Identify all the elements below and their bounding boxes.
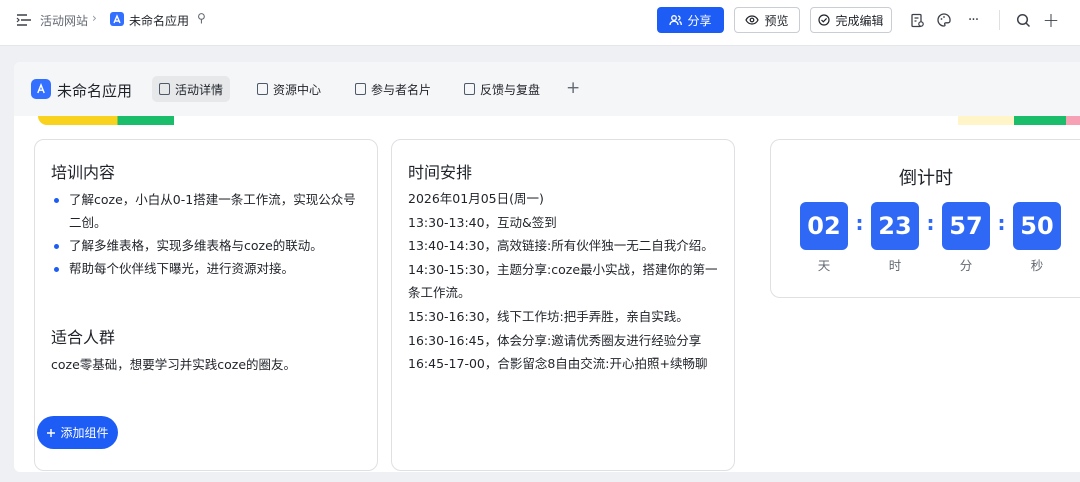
schedule-item: 2026年01月05日(周一) (408, 191, 544, 206)
countdown-seconds-value: 50 (1013, 202, 1061, 250)
app-header: 未命名应用 活动详情 资源中心 参与者名片 反馈与复盘 + (14, 62, 1080, 116)
countdown-minutes-label: 分 (959, 258, 973, 273)
list-item: 了解coze，小白从0-1搭建一条工作流，实现公众号二创。 (51, 188, 361, 234)
add-tab-icon[interactable]: + (566, 78, 580, 98)
document-settings-icon[interactable] (908, 11, 926, 29)
tab-resource-center[interactable]: 资源中心 (250, 76, 328, 102)
page-icon (464, 83, 475, 95)
countdown-hours: 23 时 (871, 202, 919, 274)
countdown-timer: 02 天 : 23 时 : 57 分 : 50 秒 (800, 202, 1061, 274)
training-bullet-list: 了解coze，小白从0-1搭建一条工作流，实现公众号二创。 了解多维表格，实现多… (51, 188, 361, 280)
breadcrumb-current[interactable]: 未命名应用 (129, 12, 189, 29)
page-icon (355, 83, 366, 95)
schedule-item: 13:40-14:30，高效链接:所有伙伴独一无二自我介绍。 (408, 238, 714, 254)
page-icon (257, 83, 268, 95)
page-icon (159, 83, 170, 95)
eye-icon (745, 15, 760, 25)
sidebar-toggle-icon[interactable] (16, 12, 32, 28)
breadcrumb-separator: › (92, 11, 97, 25)
countdown-days: 02 天 (800, 202, 848, 274)
finish-edit-label: 完成编辑 (835, 13, 884, 28)
schedule-item: 14:30-15:30，主题分享:coze最小实战，搭建你的第一条工作流。 (408, 261, 718, 301)
list-item: 帮助每个伙伴线下曝光，进行资源对接。 (51, 257, 361, 280)
top-bar: 活动网站 › 未命名应用 ⚲ 分享 预览 完成编辑 ··· + (0, 0, 1080, 46)
audience-heading: 适合人群 (51, 328, 116, 347)
tab-label: 参与者名片 (371, 82, 432, 97)
add-component-label: 添加组件 (60, 426, 109, 440)
app-title: 未命名应用 (57, 82, 133, 100)
share-label: 分享 (687, 13, 712, 28)
countdown-separator: : (855, 211, 864, 235)
countdown-title: 倒计时 (899, 168, 953, 189)
schedule-list: 2026年01月05日(周一) 13:30-13:40，互动&签到 13:40-… (408, 187, 723, 376)
countdown-days-label: 天 (817, 258, 831, 273)
banner-decoration (1014, 116, 1066, 125)
banner-decoration (144, 116, 174, 125)
theme-palette-icon[interactable] (935, 11, 953, 29)
tab-label: 资源中心 (273, 82, 322, 97)
tab-feedback-review[interactable]: 反馈与复盘 (457, 76, 547, 102)
more-icon[interactable]: ··· (964, 11, 982, 29)
check-circle-icon (818, 14, 831, 26)
add-component-button[interactable]: 添加组件 (37, 416, 118, 449)
tab-activity-details[interactable]: 活动详情 (152, 76, 231, 102)
app-panel: 未命名应用 活动详情 资源中心 参与者名片 反馈与复盘 + 培训内容 了解coz… (14, 62, 1080, 472)
countdown-minutes: 57 分 (942, 202, 990, 274)
plus-icon (47, 428, 56, 437)
add-icon[interactable]: + (1042, 8, 1060, 32)
schedule-heading: 时间安排 (408, 163, 473, 182)
training-heading: 培训内容 (51, 163, 116, 182)
countdown-days-value: 02 (800, 202, 848, 250)
countdown-separator: : (997, 211, 1006, 235)
app-logo-icon (31, 79, 51, 99)
users-icon (669, 15, 683, 26)
schedule-item: 16:45-17-00，合影留念8自由交流:开心拍照+续畅聊 (408, 356, 708, 372)
tab-label: 活动详情 (175, 82, 224, 97)
tab-participant-cards[interactable]: 参与者名片 (348, 76, 438, 102)
banner-decoration (1066, 116, 1080, 125)
share-button[interactable]: 分享 (657, 7, 724, 33)
breadcrumb-parent[interactable]: 活动网站 (40, 12, 88, 29)
audience-text: coze零基础，想要学习并实践coze的圈友。 (51, 357, 297, 372)
pin-icon[interactable]: ⚲ (197, 11, 206, 25)
tab-label: 反馈与复盘 (480, 82, 541, 97)
schedule-item: 16:30-16:45，体会分享:邀请优秀圈友进行经验分享 (408, 332, 702, 348)
countdown-card[interactable]: 倒计时 02 天 : 23 时 : 57 分 : 50 秒 (770, 139, 1080, 298)
preview-label: 预览 (764, 13, 789, 28)
countdown-separator: : (926, 211, 935, 235)
finish-edit-button[interactable]: 完成编辑 (810, 7, 892, 33)
countdown-hours-label: 时 (888, 258, 902, 273)
countdown-minutes-value: 57 (942, 202, 990, 250)
app-icon (110, 12, 124, 26)
countdown-hours-value: 23 (871, 202, 919, 250)
countdown-seconds-label: 秒 (1030, 258, 1044, 273)
list-item: 了解多维表格，实现多维表格与coze的联动。 (51, 234, 361, 257)
countdown-seconds: 50 秒 (1013, 202, 1061, 274)
schedule-item: 13:30-13:40，互动&签到 (408, 214, 557, 230)
toolbar-divider (999, 10, 1000, 30)
schedule-card[interactable]: 时间安排 2026年01月05日(周一) 13:30-13:40，互动&签到 1… (391, 139, 735, 471)
search-icon[interactable] (1014, 11, 1032, 29)
schedule-item: 15:30-16:30，线下工作坊:把手弄胜，亲自实践。 (408, 308, 689, 324)
preview-button[interactable]: 预览 (734, 7, 800, 33)
banner-decoration (958, 116, 1014, 125)
banner-decoration (38, 116, 144, 125)
